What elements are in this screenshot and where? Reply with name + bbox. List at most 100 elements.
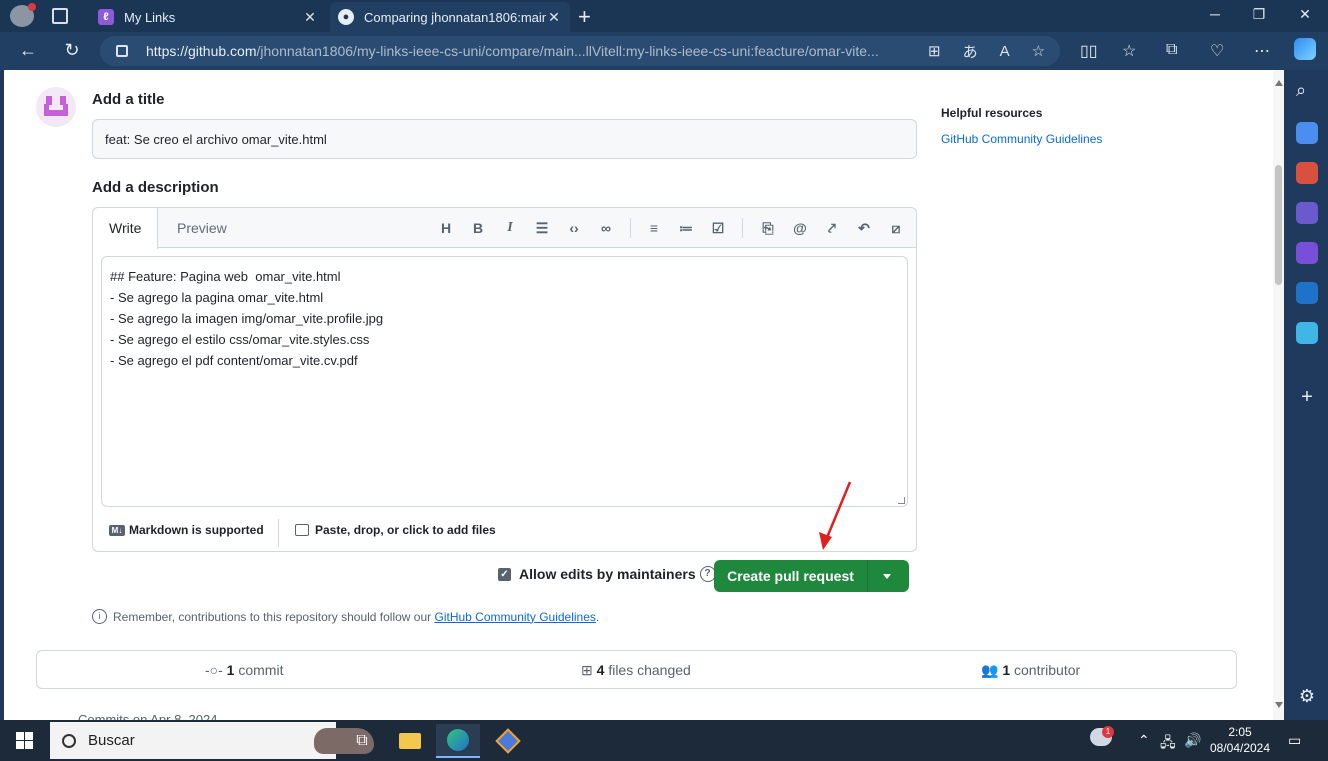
quote-icon[interactable]: ☰	[532, 218, 552, 238]
app-available-icon[interactable]: ⊞	[928, 42, 941, 60]
back-icon[interactable]: ←	[16, 40, 40, 61]
resize-handle[interactable]	[898, 497, 905, 504]
link-icon[interactable]: ∞	[596, 218, 616, 238]
copilot-icon[interactable]	[1294, 38, 1316, 60]
my-links-icon: ℓ	[98, 9, 114, 25]
search-icon[interactable]: ⌕	[1296, 80, 1318, 102]
attach-files-button[interactable]: Paste, drop, or click to add files	[295, 523, 496, 537]
collections-icon[interactable]: ⧉	[1166, 41, 1177, 59]
ordered-list-icon[interactable]: ≡	[644, 218, 664, 238]
page-scrollbar[interactable]	[1273, 70, 1284, 720]
allow-edits-checkbox[interactable]: ✓	[498, 567, 511, 581]
files-changed-tab[interactable]: ⊞ 4 files changed	[581, 662, 691, 679]
attachment-icon[interactable]: ⎘	[758, 218, 778, 238]
microsoft-365-icon[interactable]	[1296, 242, 1318, 264]
taskbar-clock[interactable]: 2:05 08/04/2024	[1204, 724, 1276, 756]
translate-icon[interactable]: あ	[963, 41, 978, 62]
edge-icon[interactable]	[436, 724, 480, 758]
markdown-note[interactable]: M↓ Markdown is supported	[109, 523, 264, 537]
shopping-icon[interactable]	[1296, 122, 1318, 144]
unordered-list-icon[interactable]: ≔	[676, 218, 696, 238]
chevron-down-icon[interactable]	[883, 574, 891, 579]
footer-divider	[278, 519, 279, 547]
bold-icon[interactable]: B	[468, 218, 488, 238]
guidelines-link[interactable]: GitHub Community Guidelines	[435, 610, 596, 624]
windows-start-icon[interactable]	[16, 732, 33, 749]
tools-icon[interactable]	[1296, 162, 1318, 184]
restore-icon[interactable]: ❐	[1236, 6, 1282, 23]
task-list-icon[interactable]: ☑	[708, 218, 728, 238]
commit-icon: -○-	[205, 662, 223, 678]
minimize-icon[interactable]: ─	[1192, 6, 1238, 22]
button-divider	[867, 560, 868, 592]
tab-write[interactable]: Write	[93, 208, 159, 249]
contributors-tab[interactable]: 👥 1 contributor	[981, 662, 1080, 679]
create-pull-request-label[interactable]: Create pull request	[714, 560, 867, 592]
games-icon[interactable]	[1296, 202, 1318, 224]
info-icon: i	[92, 609, 107, 624]
read-aloud-icon[interactable]: A	[1000, 43, 1010, 60]
lock-icon	[116, 45, 128, 57]
slash-commands-icon[interactable]: ⧄	[886, 218, 906, 238]
tab-actions-icon[interactable]	[52, 8, 68, 24]
split-screen-icon[interactable]: ▯▯	[1080, 41, 1098, 61]
scroll-up-icon[interactable]	[1275, 80, 1283, 86]
profile-avatar-icon[interactable]	[10, 3, 36, 27]
drop-icon[interactable]	[1296, 322, 1318, 344]
close-tab-icon[interactable]: ✕	[546, 9, 562, 26]
italic-icon[interactable]: I	[500, 218, 520, 238]
new-tab-icon[interactable]: +	[578, 4, 591, 30]
favorite-star-icon[interactable]: ☆	[1032, 42, 1045, 60]
outlook-icon[interactable]	[1296, 282, 1318, 304]
close-window-icon[interactable]: ✕	[1282, 6, 1328, 23]
community-guidelines-link[interactable]: GitHub Community Guidelines	[941, 132, 1102, 146]
windows-taskbar: Buscar ⧉ 1 ⌃ 🖧 🔊 2:05 08/04/2024 ▭	[0, 720, 1328, 761]
allow-edits-label: Allow edits by maintainers	[519, 566, 696, 582]
body-line: - Se agrego la imagen img/omar_vite.prof…	[110, 311, 384, 326]
add-sidebar-app-icon[interactable]: +	[1296, 386, 1318, 408]
url-text[interactable]: https://github.com/jhonnatan1806/my-link…	[146, 43, 906, 59]
scroll-down-icon[interactable]	[1275, 702, 1283, 708]
saved-reply-icon[interactable]: ↶	[854, 218, 874, 238]
editor-footer: M↓ Markdown is supported Paste, drop, or…	[93, 515, 916, 551]
description-textarea[interactable]: ## Feature: Pagina web omar_vite.html - …	[101, 256, 908, 507]
commits-tab[interactable]: -○- 1 commit	[205, 662, 283, 678]
pr-title-input[interactable]	[92, 119, 917, 159]
volume-icon[interactable]: 🔊	[1184, 732, 1201, 749]
tab-preview[interactable]: Preview	[161, 208, 243, 248]
close-tab-icon[interactable]: ✕	[302, 9, 318, 26]
more-options-icon[interactable]: ⋯	[1254, 41, 1270, 61]
tab-label: Comparing jhonnatan1806:main...	[364, 9, 546, 25]
create-pull-request-button[interactable]: Create pull request	[714, 560, 909, 592]
task-view-icon[interactable]: ⧉	[340, 724, 384, 758]
network-icon[interactable]: 🖧	[1160, 732, 1176, 756]
chevron-up-icon[interactable]: ⌃	[1138, 732, 1150, 749]
contribution-notice: i Remember, contributions to this reposi…	[92, 609, 599, 624]
scrollbar-thumb[interactable]	[1275, 165, 1282, 285]
notifications-icon[interactable]: ▭	[1288, 732, 1301, 749]
tab-my-links[interactable]: ℓ My Links ✕	[90, 2, 326, 32]
weather-icon[interactable]: 1	[1090, 726, 1114, 749]
refresh-icon[interactable]: ↻	[60, 40, 84, 61]
address-bar[interactable]: https://github.com/jhonnatan1806/my-link…	[100, 36, 1060, 66]
github-compare-page: Add a title Add a description Write Prev…	[4, 70, 1284, 720]
file-diff-icon: ⊞	[581, 662, 593, 678]
favorites-icon[interactable]: ☆	[1122, 41, 1136, 61]
cross-reference-icon[interactable]: ⤤	[822, 218, 842, 238]
heading-icon[interactable]: H	[436, 218, 456, 238]
git-app-icon[interactable]	[486, 724, 530, 758]
taskbar-search[interactable]: Buscar	[50, 722, 374, 759]
body-line: - Se agrego el estilo css/omar_vite.styl…	[110, 332, 370, 347]
tab-github-compare[interactable]: ● Comparing jhonnatan1806:main... ✕	[330, 2, 570, 32]
title-heading: Add a title	[92, 91, 165, 108]
code-icon[interactable]: ‹›	[564, 218, 584, 238]
file-explorer-icon[interactable]	[388, 724, 432, 758]
browser-essentials-icon[interactable]: ♡	[1210, 41, 1224, 61]
browser-toolbar: ← ↻ https://github.com/jhonnatan1806/my-…	[0, 32, 1328, 70]
annotation-arrow-icon	[819, 481, 852, 550]
people-icon: 👥	[981, 662, 999, 678]
avatar-mouth	[44, 104, 68, 116]
editor-toolbar: Write Preview H B I ☰ ‹› ∞ ≡ ≔ ☑ ⎘ @ ⤤ ↶…	[93, 208, 916, 249]
sidebar-settings-icon[interactable]: ⚙	[1296, 686, 1318, 708]
mention-icon[interactable]: @	[790, 218, 810, 238]
